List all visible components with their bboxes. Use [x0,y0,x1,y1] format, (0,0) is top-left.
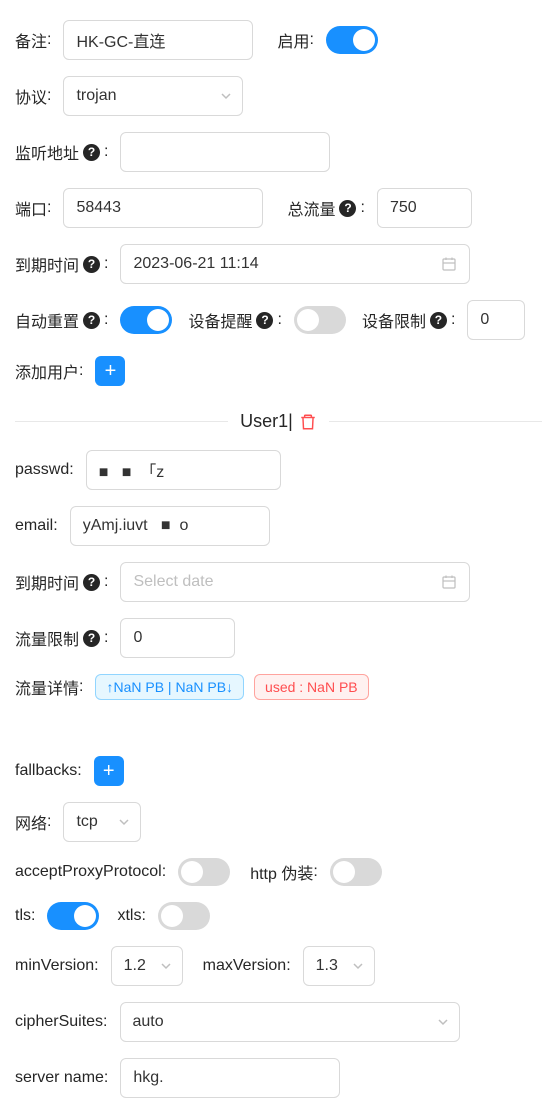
xtls-switch[interactable] [158,902,210,930]
http-masq-label: http 伪装: [250,860,324,884]
traffic-detail-label: 流量详情: [15,675,89,699]
help-icon[interactable]: ? [83,256,100,273]
device-notify-switch[interactable] [294,306,346,334]
network-label: 网络: [15,810,57,834]
port-input[interactable] [63,188,263,228]
email-label: email: [15,517,64,535]
email-input[interactable] [70,506,270,546]
help-icon[interactable]: ? [256,312,273,329]
user-title: User1| [240,411,293,432]
tls-switch[interactable] [47,902,99,930]
help-icon[interactable]: ? [83,144,100,161]
user-expire-label: 到期时间?: [15,570,114,594]
expire-date-input[interactable]: 2023-06-21 11:14 [120,244,470,284]
traffic-limit-input[interactable] [120,618,235,658]
remark-label: 备注: [15,28,57,52]
min-version-label: minVersion: [15,957,105,975]
max-version-label: maxVersion: [203,957,297,975]
help-icon[interactable]: ? [83,630,100,647]
expire-label: 到期时间?: [15,252,114,276]
passwd-input[interactable] [86,450,281,490]
help-icon[interactable]: ? [83,574,100,591]
enable-label: 启用: [277,28,319,52]
calendar-icon [441,256,457,272]
device-limit-label: 设备限制?: [362,308,461,332]
server-name-input[interactable] [120,1058,340,1098]
cipher-suites-label: cipherSuites: [15,1013,114,1031]
enable-switch[interactable] [326,26,378,54]
remark-input[interactable] [63,20,253,60]
listen-input[interactable] [120,132,330,172]
listen-label: 监听地址?: [15,140,114,164]
user-expire-date-input[interactable]: Select date [120,562,470,602]
tls-label: tls: [15,907,41,925]
add-user-label: 添加用户: [15,359,89,383]
delete-user-button[interactable] [299,413,317,431]
calendar-icon [441,574,457,590]
protocol-label: 协议: [15,84,57,108]
accept-proxy-switch[interactable] [178,858,230,886]
chevron-down-icon [437,1016,449,1028]
chevron-down-icon [220,90,232,102]
fallbacks-label: fallbacks: [15,762,88,780]
cipher-suites-select[interactable]: auto [120,1002,460,1042]
xtls-label: xtls: [117,907,151,925]
help-icon[interactable]: ? [339,200,356,217]
total-traffic-label: 总流量?: [287,196,370,220]
chevron-down-icon [160,960,172,972]
traffic-limit-label: 流量限制?: [15,626,114,650]
network-select[interactable]: tcp [63,802,141,842]
traffic-updown-tag: ↑NaN PB | NaN PB↓ [95,674,244,700]
http-masq-switch[interactable] [330,858,382,886]
passwd-label: passwd: [15,461,80,479]
auto-reset-switch[interactable] [120,306,172,334]
help-icon[interactable]: ? [430,312,447,329]
add-user-button[interactable]: + [95,356,125,386]
port-label: 端口: [15,196,57,220]
protocol-select[interactable]: trojan [63,76,243,116]
add-fallback-button[interactable]: + [94,756,124,786]
user-divider: User1| [15,411,542,432]
total-traffic-input[interactable] [377,188,472,228]
min-version-select[interactable]: 1.2 [111,946,183,986]
traffic-used-tag: used : NaN PB [254,674,369,700]
max-version-select[interactable]: 1.3 [303,946,375,986]
server-name-label: server name: [15,1069,114,1087]
device-limit-input[interactable] [467,300,525,340]
chevron-down-icon [352,960,364,972]
accept-proxy-label: acceptProxyProtocol: [15,863,172,881]
auto-reset-label: 自动重置?: [15,308,114,332]
help-icon[interactable]: ? [83,312,100,329]
device-notify-label: 设备提醒?: [188,308,287,332]
chevron-down-icon [118,816,130,828]
